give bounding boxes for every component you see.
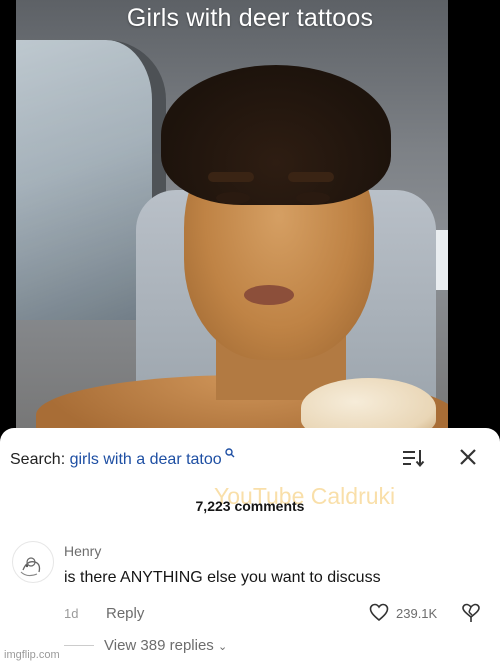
sort-icon[interactable] <box>401 447 425 469</box>
reply-button[interactable]: Reply <box>106 605 144 622</box>
search-icon[interactable] <box>222 448 235 461</box>
comments-sheet: Search: girls with a dear tatoo YouTube … <box>0 428 500 664</box>
video-player[interactable]: Girls with deer tattoos <box>0 0 500 428</box>
person-brow-right <box>288 172 334 182</box>
video-caption: Girls with deer tattoos <box>126 4 374 32</box>
search-label: Search: <box>10 451 66 468</box>
close-icon[interactable] <box>458 447 478 467</box>
comment-age: 1d <box>64 606 79 621</box>
view-replies-label: View 389 replies <box>104 637 214 654</box>
person-eye-right <box>296 192 330 204</box>
comment-text: is there ANYTHING else you want to discu… <box>64 569 381 586</box>
person-hair <box>161 65 391 205</box>
person-brow-left <box>208 172 254 182</box>
comment-count: 7,223 comments <box>195 498 305 514</box>
imgflip-watermark: imgflip.com <box>4 649 60 661</box>
search-row[interactable]: Search: girls with a dear tatoo <box>10 448 235 469</box>
chevron-down-icon: ⌄ <box>217 641 228 653</box>
dislike-icon[interactable] <box>460 602 482 624</box>
video-frame <box>16 0 448 428</box>
replies-divider <box>64 645 94 646</box>
like-count: 239.1K <box>396 606 438 621</box>
heart-icon[interactable] <box>369 603 389 622</box>
person-mouth <box>244 285 294 305</box>
comment-author[interactable]: Henry <box>64 543 101 559</box>
search-query[interactable]: girls with a dear tatoo <box>70 451 222 468</box>
view-replies-button[interactable]: View 389 replies ⌄ <box>104 637 227 654</box>
person-eye-left <box>216 192 250 204</box>
avatar[interactable] <box>12 541 54 583</box>
